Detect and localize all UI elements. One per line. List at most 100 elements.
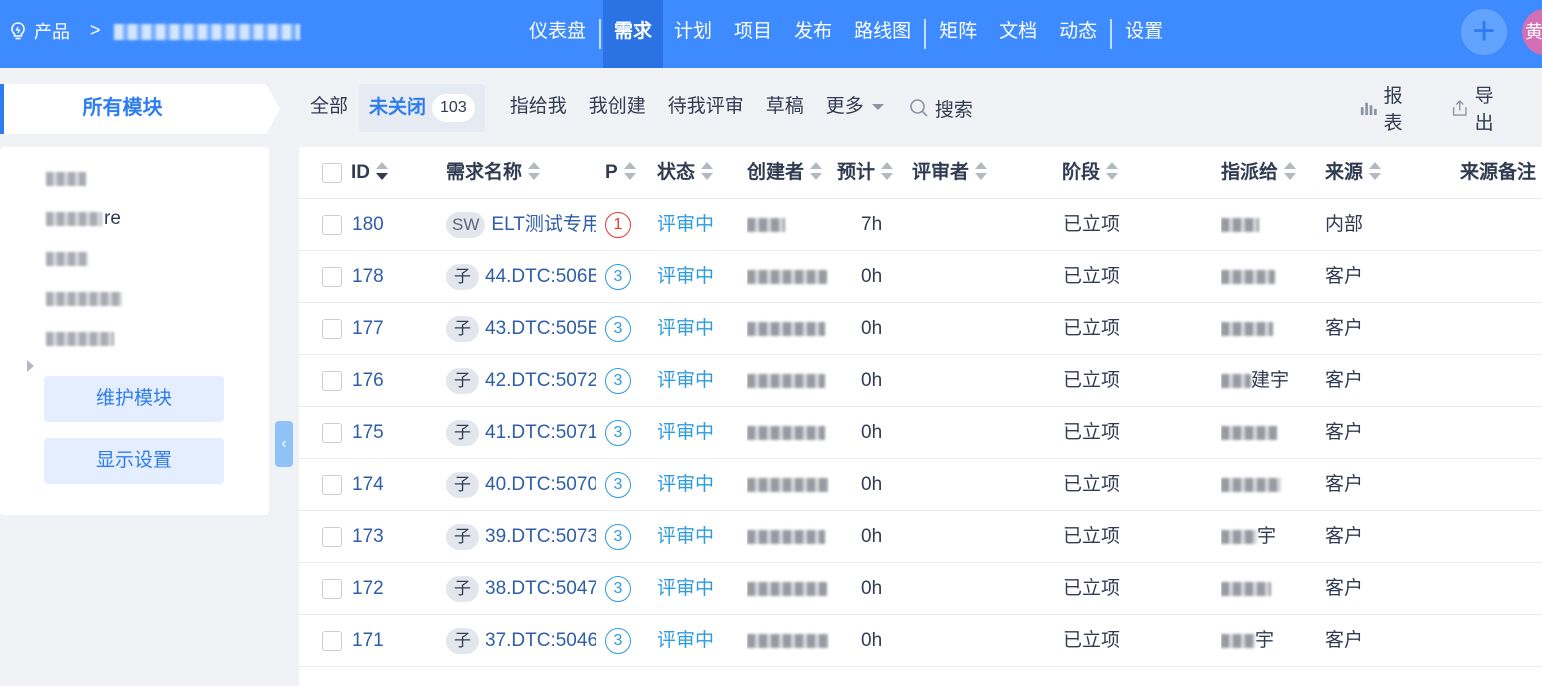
col-id[interactable]: ID	[351, 147, 388, 199]
priority-badge: 3	[605, 367, 631, 394]
caret-right-icon[interactable]	[27, 360, 34, 372]
priority-cell: 3	[605, 563, 631, 615]
filter-created-by-me[interactable]: 我创建	[578, 84, 657, 132]
select-all-checkbox[interactable]	[322, 163, 342, 183]
row-checkbox[interactable]	[322, 475, 342, 495]
create-plus-button[interactable]: +	[1461, 9, 1507, 55]
col-source[interactable]: 来源	[1325, 147, 1382, 199]
nav-project[interactable]: 项目	[723, 0, 783, 68]
tree-item[interactable]	[46, 287, 122, 311]
story-name-link[interactable]: 39.DTC:5073	[485, 526, 596, 547]
report-button[interactable]: 报表	[1360, 81, 1417, 135]
table-row[interactable]: 176 子 42.DTC:5072 3 评审中 0h 已立项 建宇 客户	[299, 355, 1542, 407]
nav-settings[interactable]: 设置	[1114, 0, 1174, 68]
table-row[interactable]: 172 子 38.DTC:5047 3 评审中 0h 已立项 客户	[299, 563, 1542, 615]
maintain-modules-button[interactable]: 维护模块	[44, 376, 224, 422]
table-row[interactable]: 174 子 40.DTC:5070 3 评审中 0h 已立项 客户	[299, 459, 1542, 511]
story-id-link[interactable]: 173	[352, 511, 384, 563]
tree-item[interactable]	[46, 167, 86, 191]
story-type-tag: SW	[446, 211, 486, 238]
story-id-link[interactable]: 178	[352, 251, 384, 303]
product-switcher[interactable]: 产品	[10, 18, 70, 44]
nav-roadmap[interactable]: 路线图	[843, 0, 922, 68]
nav-doc[interactable]: 文档	[988, 0, 1048, 68]
story-name-link[interactable]: ELT测试专用	[491, 214, 596, 235]
creator-cell	[747, 251, 829, 303]
display-settings-button[interactable]: 显示设置	[44, 438, 224, 484]
table-row[interactable]: 180 SW ELT测试专用 1 评审中 7h 已立项 内部	[299, 199, 1542, 251]
nav-release[interactable]: 发布	[783, 0, 843, 68]
col-name[interactable]: 需求名称	[446, 147, 541, 199]
col-reviewer-label: 评审者	[912, 162, 970, 183]
filter-assigned-to-me[interactable]: 指给我	[499, 84, 578, 132]
story-name-link[interactable]: 37.DTC:5046	[485, 630, 596, 651]
story-name-link[interactable]: 43.DTC:505B	[485, 318, 596, 339]
nav-story[interactable]: 需求	[603, 0, 664, 68]
row-checkbox[interactable]	[322, 371, 342, 391]
col-source-note[interactable]: 来源备注	[1460, 147, 1536, 199]
tree-item[interactable]	[46, 247, 88, 271]
status-badge: 评审中	[657, 578, 715, 599]
lightbulb-icon	[11, 22, 25, 40]
col-priority-label: P	[605, 162, 618, 183]
redacted-text	[1221, 217, 1259, 232]
filter-all[interactable]: 全部	[299, 84, 359, 132]
row-checkbox[interactable]	[322, 527, 342, 547]
creator-cell	[747, 615, 829, 667]
table-row[interactable]: 178 子 44.DTC:506B 3 评审中 0h 已立项 客户	[299, 251, 1542, 303]
nav-dashboard[interactable]: 仪表盘	[518, 0, 597, 68]
nav-plan[interactable]: 计划	[663, 0, 723, 68]
col-assignee[interactable]: 指派给	[1221, 147, 1297, 199]
row-checkbox[interactable]	[322, 631, 342, 651]
story-id-link[interactable]: 172	[352, 563, 384, 615]
redacted-text	[1221, 633, 1255, 648]
story-name-link[interactable]: 38.DTC:5047	[485, 578, 596, 599]
story-id-link[interactable]: 171	[352, 615, 384, 667]
avatar[interactable]: 黄	[1522, 9, 1542, 55]
col-reviewer[interactable]: 评审者	[912, 147, 988, 199]
story-name-link[interactable]: 40.DTC:5070	[485, 474, 596, 495]
unclosed-count-badge: 103	[432, 94, 475, 122]
export-button[interactable]: 导出	[1451, 81, 1508, 135]
story-id-link[interactable]: 174	[352, 459, 384, 511]
redacted-text	[1221, 373, 1251, 388]
story-name-link[interactable]: 41.DTC:5071	[485, 422, 596, 443]
row-checkbox[interactable]	[322, 215, 342, 235]
story-id-link[interactable]: 176	[352, 355, 384, 407]
search-toggle[interactable]: 搜索	[909, 95, 973, 122]
tree-item[interactable]	[46, 327, 114, 351]
nav-matrix[interactable]: 矩阵	[928, 0, 988, 68]
col-creator[interactable]: 创建者	[747, 147, 823, 199]
filter-review-by-me[interactable]: 待我评审	[657, 84, 755, 132]
story-name-cell: 子 39.DTC:5073	[446, 511, 596, 563]
row-checkbox[interactable]	[322, 319, 342, 339]
nav-dynamic[interactable]: 动态	[1048, 0, 1108, 68]
filter-draft[interactable]: 草稿	[755, 84, 815, 132]
col-status[interactable]: 状态	[657, 147, 714, 199]
filter-unclosed[interactable]: 未关闭 103	[359, 84, 485, 132]
table-row[interactable]: 177 子 43.DTC:505B 3 评审中 0h 已立项 客户	[299, 303, 1542, 355]
row-checkbox[interactable]	[322, 579, 342, 599]
story-id-link[interactable]: 180	[352, 199, 384, 251]
product-name-redacted[interactable]	[114, 24, 300, 40]
col-estimate[interactable]: 预计	[837, 147, 894, 199]
row-checkbox[interactable]	[322, 267, 342, 287]
col-priority[interactable]: P	[605, 147, 636, 199]
table-row[interactable]: 173 子 39.DTC:5073 3 评审中 0h 已立项 宇 客户	[299, 511, 1542, 563]
col-stage[interactable]: 阶段	[1062, 147, 1119, 199]
story-id-link[interactable]: 175	[352, 407, 384, 459]
all-modules-tab[interactable]: 所有模块	[0, 84, 280, 134]
status-badge: 评审中	[657, 318, 715, 339]
story-id-link[interactable]: 177	[352, 303, 384, 355]
story-name-cell: 子 38.DTC:5047	[446, 563, 596, 615]
sort-icon	[1106, 161, 1119, 180]
filter-more[interactable]: 更多	[815, 84, 895, 132]
row-checkbox[interactable]	[322, 423, 342, 443]
collapse-sidebar-button[interactable]: ‹	[275, 421, 293, 467]
priority-badge: 3	[605, 471, 631, 498]
story-name-link[interactable]: 42.DTC:5072	[485, 370, 596, 391]
table-row[interactable]: 171 子 37.DTC:5046 3 评审中 0h 已立项 宇 客户	[299, 615, 1542, 667]
table-row[interactable]: 175 子 41.DTC:5071 3 评审中 0h 已立项 客户	[299, 407, 1542, 459]
tree-item[interactable]: re	[46, 207, 121, 231]
story-name-link[interactable]: 44.DTC:506B	[485, 266, 596, 287]
